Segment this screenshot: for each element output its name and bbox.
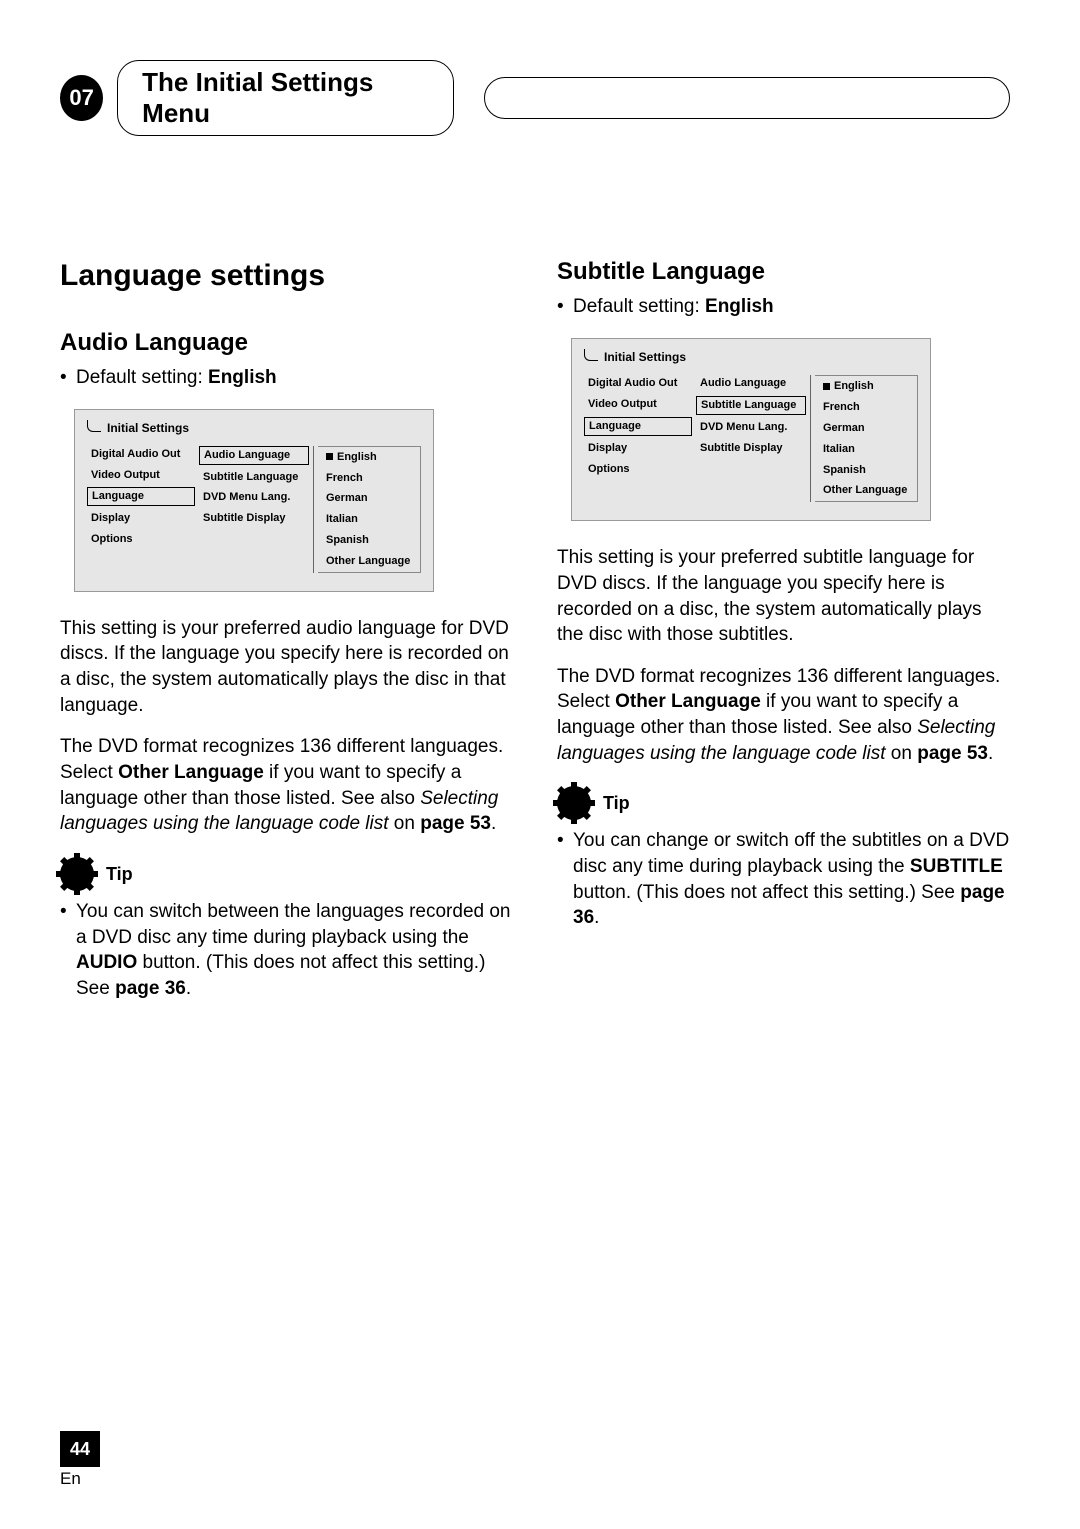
page-ref: page 53 xyxy=(917,743,988,764)
default-prefix: Default setting: xyxy=(76,367,208,388)
settings-mid-item: Subtitle Display xyxy=(199,510,309,527)
settings-left-item: Options xyxy=(584,461,692,478)
settings-mid-item: Subtitle Language xyxy=(696,396,806,415)
default-value: English xyxy=(705,296,774,317)
t: . xyxy=(186,978,191,999)
settings-right-item: French xyxy=(322,470,416,487)
gear-icon xyxy=(60,857,94,891)
settings-mid-item: Audio Language xyxy=(199,446,309,465)
t: button. (This does not affect this setti… xyxy=(573,882,960,903)
t: Other Language xyxy=(615,691,761,712)
page-number: 44 xyxy=(60,1431,100,1467)
settings-title-text: Initial Settings xyxy=(107,420,189,436)
para-1: This setting is your preferred subtitle … xyxy=(557,545,1010,648)
settings-left-item: Digital Audio Out xyxy=(584,375,692,392)
settings-right-item: Italian xyxy=(819,441,913,458)
default-prefix: Default setting: xyxy=(573,296,705,317)
tip-item: You can switch between the languages rec… xyxy=(76,899,513,1002)
settings-right-item: Other Language xyxy=(322,553,416,570)
page-ref: page 36 xyxy=(115,978,186,999)
para-1: This setting is your preferred audio lan… xyxy=(60,616,513,719)
settings-mid-item: DVD Menu Lang. xyxy=(696,419,806,436)
settings-screenshot-audio: Initial Settings Digital Audio Out Video … xyxy=(74,409,434,592)
settings-right-item: Spanish xyxy=(322,532,416,549)
page-ref: page 53 xyxy=(420,813,491,834)
tip-list: You can change or switch off the subtitl… xyxy=(557,828,1010,931)
t: . xyxy=(491,813,496,834)
selected-marker-icon xyxy=(326,453,333,460)
t: You can switch between the languages rec… xyxy=(76,901,511,948)
default-value: English xyxy=(208,367,277,388)
tip-list: You can switch between the languages rec… xyxy=(60,899,513,1002)
settings-left-item: Language xyxy=(87,487,195,506)
settings-left-item: Options xyxy=(87,531,195,548)
settings-left-item: Display xyxy=(584,440,692,457)
gear-icon xyxy=(557,786,591,820)
settings-left-item: Video Output xyxy=(87,467,195,484)
settings-left-item: Display xyxy=(87,510,195,527)
footer: 44 En xyxy=(60,1431,100,1489)
settings-right-item: French xyxy=(819,399,913,416)
settings-mid-item: Subtitle Display xyxy=(696,440,806,457)
tip-heading: Tip xyxy=(60,857,513,891)
t: on xyxy=(389,813,421,834)
settings-right-item: Other Language xyxy=(819,482,913,499)
selected-marker-icon xyxy=(823,383,830,390)
language-code: En xyxy=(60,1469,100,1489)
t: . xyxy=(594,907,599,928)
tip-label: Tip xyxy=(603,791,630,815)
chapter-title: The Initial Settings Menu xyxy=(117,60,454,136)
right-column: Subtitle Language Default setting: Engli… xyxy=(557,256,1010,1009)
settings-mid-item: DVD Menu Lang. xyxy=(199,489,309,506)
settings-mid-item: Audio Language xyxy=(696,375,806,392)
left-column: Language settings Audio Language Default… xyxy=(60,256,513,1009)
default-setting-line: Default setting: English xyxy=(557,294,1010,320)
t: . xyxy=(988,743,993,764)
settings-left-item: Language xyxy=(584,417,692,436)
settings-right-item: Spanish xyxy=(819,462,913,479)
settings-right-item: German xyxy=(819,420,913,437)
settings-mid-item: Subtitle Language xyxy=(199,469,309,486)
default-setting-line: Default setting: English xyxy=(60,365,513,391)
return-icon xyxy=(87,420,101,432)
settings-screenshot-subtitle: Initial Settings Digital Audio Out Video … xyxy=(571,338,931,521)
tip-label: Tip xyxy=(106,862,133,886)
tip-heading: Tip xyxy=(557,786,1010,820)
t: Other Language xyxy=(118,762,264,783)
settings-title: Initial Settings xyxy=(87,420,421,436)
t: on xyxy=(886,743,918,764)
chapter-header: 07 The Initial Settings Menu xyxy=(60,60,1010,136)
settings-right-item: English xyxy=(819,378,913,395)
tip-item: You can change or switch off the subtitl… xyxy=(573,828,1010,931)
settings-right-item: German xyxy=(322,490,416,507)
settings-left-item: Video Output xyxy=(584,396,692,413)
settings-left-item: Digital Audio Out xyxy=(87,446,195,463)
para-2: The DVD format recognizes 136 different … xyxy=(557,664,1010,767)
audio-language-h2: Audio Language xyxy=(60,327,513,359)
settings-title: Initial Settings xyxy=(584,349,918,365)
settings-title-text: Initial Settings xyxy=(604,349,686,365)
settings-right-item: Italian xyxy=(322,511,416,528)
chapter-sub-box xyxy=(484,77,1010,119)
section-h1: Language settings xyxy=(60,256,513,297)
para-2: The DVD format recognizes 136 different … xyxy=(60,734,513,837)
return-icon xyxy=(584,349,598,361)
t: SUBTITLE xyxy=(910,856,1003,877)
chapter-number-badge: 07 xyxy=(60,75,103,121)
subtitle-language-h2: Subtitle Language xyxy=(557,256,1010,288)
t: AUDIO xyxy=(76,952,137,973)
settings-right-item: English xyxy=(322,449,416,466)
